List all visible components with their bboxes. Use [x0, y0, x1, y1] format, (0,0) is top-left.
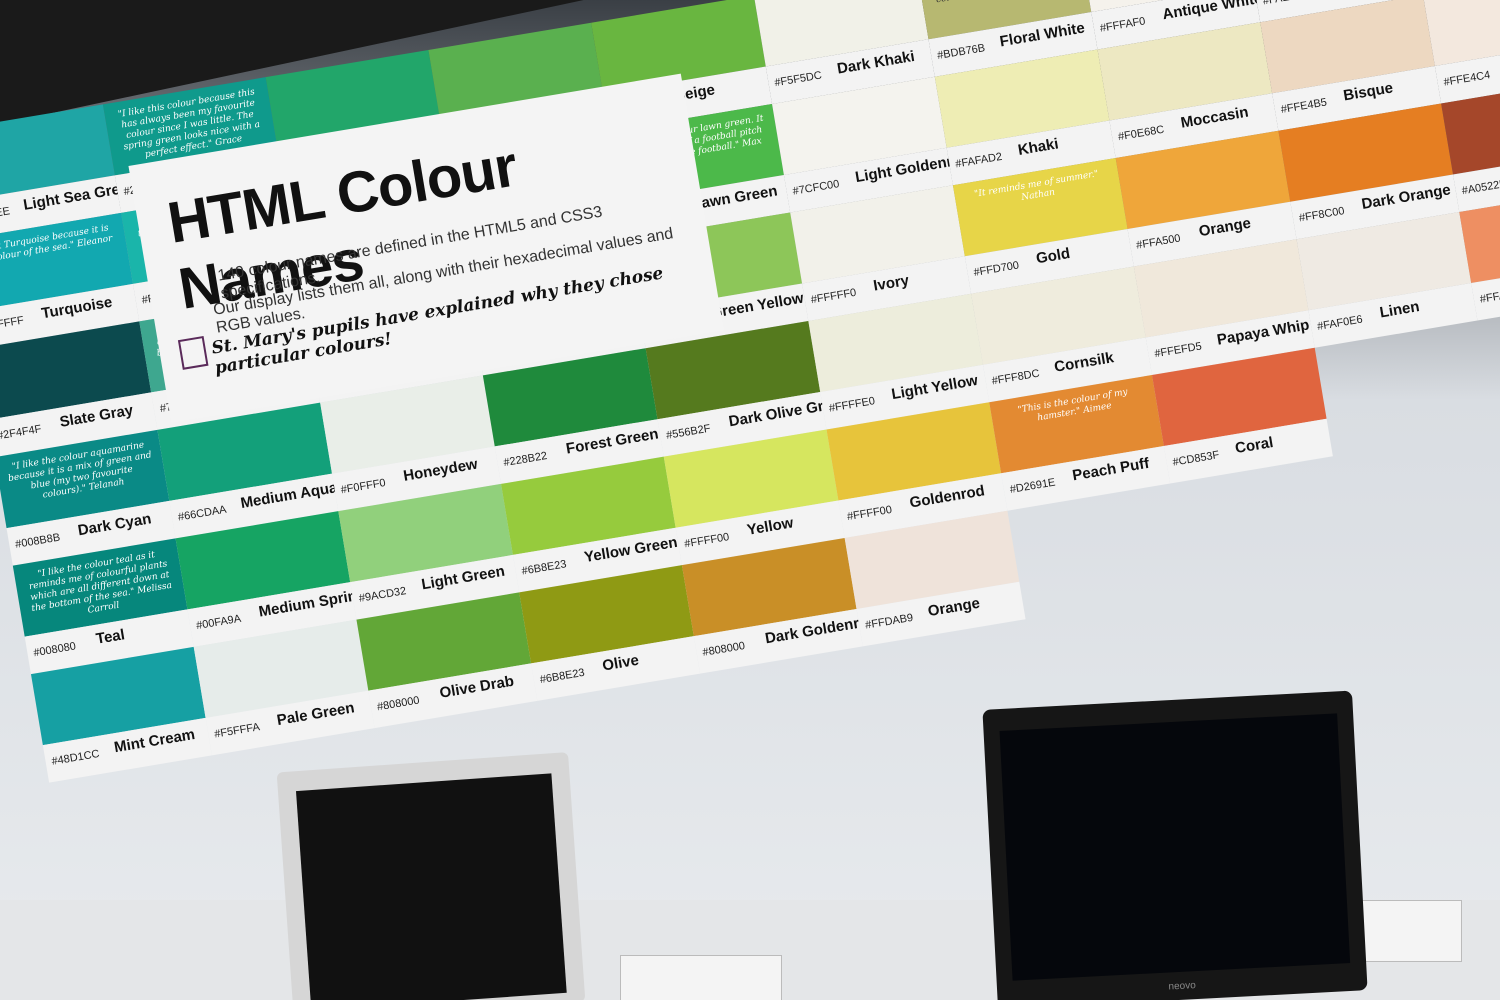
hex-code: #FAFAD2	[954, 150, 1003, 171]
colour-name: Khaki	[1016, 135, 1060, 159]
colour-name: Moccasin	[1179, 103, 1250, 132]
monitor-screen-right	[999, 713, 1351, 981]
hex-code: #66CDAA	[177, 503, 228, 524]
hex-code: #008080	[32, 640, 77, 660]
hex-code: #D2691E	[1009, 476, 1057, 496]
colour-name: Gold	[1034, 244, 1072, 268]
colour-name: Olive	[601, 651, 641, 675]
colour-name: Light Green	[420, 562, 507, 594]
hex-code: #F5FFFA	[213, 721, 261, 741]
photo-scene: #AFEEEE Light Sea Green "I like this colou…	[0, 0, 1500, 1000]
pupil-quote: "I have chosen floral white because it i…	[926, 0, 1078, 7]
hex-code: #FFA500	[1135, 232, 1182, 252]
monitor-screen-left	[295, 773, 567, 1000]
hex-code: #FFDAB9	[864, 611, 915, 632]
hex-code: #6B8E23	[520, 558, 568, 578]
hex-code: #48D1CC	[50, 747, 101, 768]
school-crest-icon	[177, 335, 209, 370]
colour-name: Orange	[1197, 214, 1253, 241]
hex-code: #228B22	[502, 450, 549, 470]
colour-name: Bisque	[1342, 79, 1395, 105]
hex-code: #7CFC00	[791, 178, 841, 198]
pupil-quote: "Dark Turquoise because it is the colour…	[0, 223, 114, 266]
hex-code: #FFE4B5	[1280, 96, 1328, 116]
hex-code: #9ACD32	[358, 585, 408, 605]
colour-name: Slate Gray	[58, 401, 135, 431]
colour-name: Teal	[94, 626, 127, 648]
hex-code: #FFA07A	[1479, 286, 1500, 306]
hex-code: #556B2F	[665, 422, 712, 442]
hex-code: #FAEBD7	[1262, 0, 1312, 7]
hex-code: #FFFF00	[683, 531, 731, 551]
computer-monitor-left	[276, 752, 586, 1000]
hex-code: #FFE4C4	[1442, 69, 1492, 89]
colour-name: Honeydew	[402, 455, 479, 485]
hex-code: #808000	[376, 694, 421, 714]
colour-name: Mint Cream	[112, 725, 197, 757]
hex-code: #2F4F4F	[0, 423, 43, 443]
hex-code: #F0E68C	[1117, 123, 1166, 144]
power-socket-right	[1360, 900, 1462, 962]
hex-code: #FAF0E6	[1316, 313, 1364, 333]
colour-name: Turquoise	[40, 293, 114, 323]
hex-code: #F5F5DC	[773, 69, 823, 90]
hex-code: #F0FFF0	[339, 477, 387, 497]
power-socket	[620, 955, 782, 1000]
colour-name: Pale Green	[275, 699, 356, 730]
hex-code: #00FFFF	[0, 314, 25, 334]
hex-code: #00FA9A	[195, 612, 242, 633]
colour-name: Goldenrod	[908, 482, 987, 512]
colour-name: Antique White	[1161, 0, 1264, 24]
hex-code: #FFFAF0	[1099, 15, 1147, 35]
hex-code: #A0522D	[1460, 177, 1500, 198]
hex-code: #FFFF00	[846, 503, 893, 524]
hex-code: #AFEEEE	[0, 205, 11, 226]
colour-name: Ivory	[872, 271, 911, 295]
colour-name: Orange	[926, 594, 982, 621]
hex-code: #6B8E23	[538, 666, 586, 687]
hex-code: #FFD700	[972, 259, 1020, 279]
hex-code: #FFEFD5	[1153, 340, 1203, 361]
colour-name: Olive Drab	[438, 672, 516, 702]
colour-name: Cornsilk	[1052, 349, 1115, 376]
hex-code: #008B8B	[14, 531, 62, 551]
colour-name: Coral	[1233, 434, 1275, 458]
hex-code: #FF8C00	[1298, 205, 1346, 225]
colour-name: Dark Khaki	[835, 47, 916, 78]
hex-code: #BDB76B	[936, 42, 987, 62]
hex-code: #FFFFE0	[828, 395, 876, 415]
colour-name: Yellow	[745, 514, 795, 539]
hex-code: #808000	[701, 639, 746, 659]
colour-name: Peach Puff	[1071, 454, 1151, 485]
hex-code: #CD853F	[1171, 449, 1221, 469]
colour-name: Linen	[1378, 298, 1421, 322]
colour-name: Dark Cyan	[76, 510, 153, 540]
computer-monitor-right: neovo	[982, 690, 1368, 1000]
hex-code: #FFF8DC	[990, 367, 1041, 388]
hex-code: #FFFFF0	[809, 286, 858, 307]
